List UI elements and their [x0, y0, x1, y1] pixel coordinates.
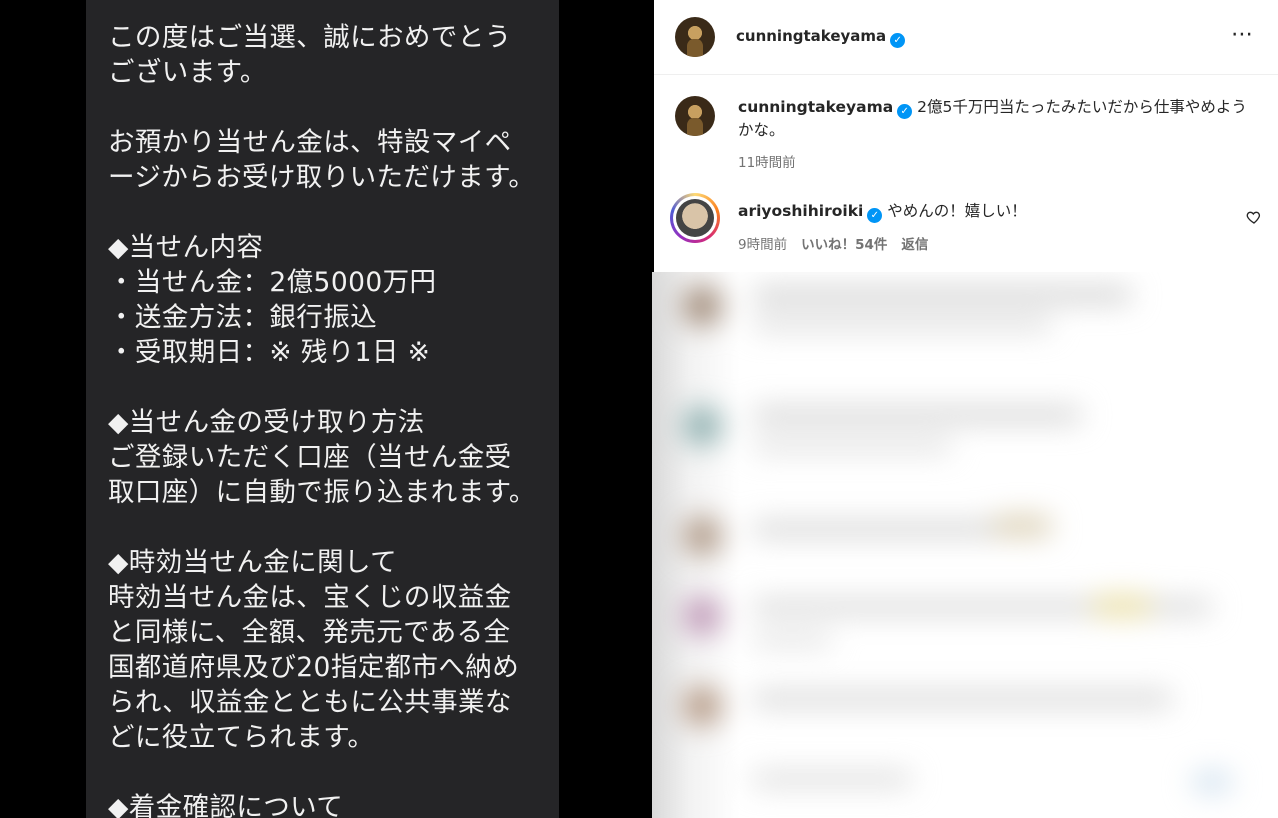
- comment-text: やめんの！嬉しい！: [887, 202, 1027, 220]
- more-options-icon[interactable]: ⋯: [1231, 22, 1254, 47]
- like-comment-heart-icon[interactable]: [1246, 209, 1262, 225]
- message-paragraph-6: ◆着金確認について: [108, 792, 344, 818]
- comment-meta: 9時間前 いいね！54件 返信: [738, 233, 928, 253]
- message-paragraph-4: ◆当せん金の受け取り方法 ご登録いただく口座（当せん金受 取口座）に自動で振り込…: [108, 407, 536, 508]
- caption-timestamp: 11時間前: [738, 155, 796, 171]
- verified-badge-icon: ✓: [867, 208, 883, 223]
- comment-likes-count[interactable]: いいね！54件: [801, 237, 887, 253]
- commenter-avatar-story-ring[interactable]: [670, 193, 720, 243]
- message-paragraph-3: ◆当せん内容 ・当せん金：2億5000万円 ・送金方法：銀行振込 ・受取期日：※…: [108, 232, 437, 368]
- comment-timestamp: 9時間前: [738, 237, 788, 253]
- message-paragraph-2: お預かり当せん金は、特設マイペ ージからお受け取りいただけます。: [108, 127, 536, 193]
- author-username-row: cunningtakeyama ✓: [736, 27, 906, 48]
- comment-username[interactable]: ariyoshihiroiki: [738, 202, 863, 220]
- blurred-comments-area: [652, 272, 1278, 818]
- post-header: cunningtakeyama ✓ ⋯: [654, 0, 1278, 75]
- message-body: この度はご当選、誠におめでとう ございます。 お預かり当せん金は、特設マイペ ー…: [108, 20, 553, 818]
- verified-badge-icon: ✓: [897, 104, 913, 119]
- commenter-avatar: [676, 199, 714, 237]
- message-paragraph-5: ◆時効当せん金に関して 時効当せん金は、宝くじの収益金 と同様に、全額、発売元で…: [108, 547, 520, 753]
- message-screenshot: この度はご当選、誠におめでとう ございます。 お預かり当せん金は、特設マイペ ー…: [86, 0, 559, 818]
- verified-badge-icon: ✓: [890, 33, 906, 48]
- author-username[interactable]: cunningtakeyama: [736, 27, 886, 45]
- comment: ariyoshihiroiki ✓ やめんの！嬉しい！: [738, 199, 1027, 223]
- message-paragraph-1: この度はご当選、誠におめでとう ございます。: [108, 22, 512, 88]
- author-avatar[interactable]: [675, 17, 715, 57]
- caption-author-avatar[interactable]: [675, 96, 715, 136]
- caption-username[interactable]: cunningtakeyama: [738, 98, 893, 116]
- reply-button[interactable]: 返信: [901, 237, 928, 253]
- post-caption: cunningtakeyama ✓ 2億5千万円当たったみたいだから仕事やめようか…: [738, 96, 1254, 142]
